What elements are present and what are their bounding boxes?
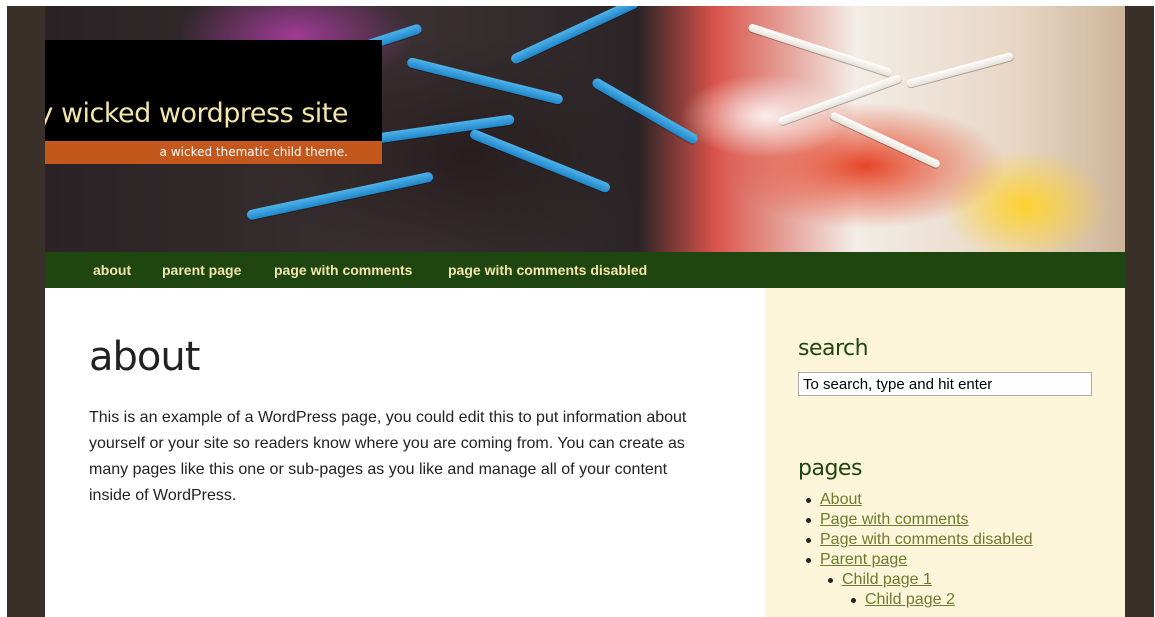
main-nav: about parent page page with comments pag… bbox=[45, 252, 1125, 288]
page: my wicked wordpress site a wicked themat… bbox=[45, 6, 1125, 617]
site-tagline: a wicked thematic child theme. bbox=[159, 145, 348, 159]
list-item: Child page 1 bbox=[798, 570, 1033, 590]
list-item: Page with comments disabled bbox=[798, 530, 1033, 550]
page-link-page-with-comments[interactable]: Page with comments bbox=[820, 511, 969, 528]
header-image-lace bbox=[590, 76, 700, 146]
list-item: Page with comments bbox=[798, 510, 1033, 530]
header-image-lace bbox=[828, 111, 942, 169]
nav-item-parent-page[interactable]: parent page bbox=[162, 262, 241, 278]
page-link-page-with-comments-disabled[interactable]: Page with comments disabled bbox=[820, 531, 1033, 548]
main-content: about This is an example of a WordPress … bbox=[45, 288, 765, 617]
search-input[interactable] bbox=[798, 372, 1092, 396]
list-item: About bbox=[798, 490, 1033, 510]
search-widget-title: search bbox=[798, 336, 869, 361]
bullet-icon bbox=[806, 498, 811, 503]
bullet-icon bbox=[851, 598, 856, 603]
bullet-icon bbox=[806, 518, 811, 523]
bullet-icon bbox=[828, 578, 833, 583]
page-title: about bbox=[89, 334, 200, 380]
pages-widget-title: pages bbox=[798, 456, 862, 481]
header-image-lace bbox=[246, 171, 434, 221]
sidebar: search pages About Page with comments Pa… bbox=[765, 288, 1125, 617]
page-link-child-page-2[interactable]: Child page 2 bbox=[865, 591, 955, 608]
page-link-child-page-1[interactable]: Child page 1 bbox=[842, 571, 932, 588]
nav-item-page-with-comments-disabled[interactable]: page with comments disabled bbox=[448, 262, 647, 278]
header-image-lace bbox=[406, 56, 564, 106]
header-image-lace bbox=[468, 128, 612, 194]
bullet-icon bbox=[806, 558, 811, 563]
header-image-lace bbox=[509, 6, 641, 66]
nav-item-page-with-comments[interactable]: page with comments bbox=[274, 262, 412, 278]
pages-list: About Page with comments Page with comme… bbox=[798, 490, 1033, 610]
entry-content: This is an example of a WordPress page, … bbox=[89, 409, 687, 504]
bullet-icon bbox=[806, 538, 811, 543]
header-image-lace bbox=[747, 23, 893, 77]
tagline-box: a wicked thematic child theme. bbox=[45, 141, 382, 164]
header-banner: my wicked wordpress site a wicked themat… bbox=[45, 6, 1125, 252]
nav-item-about[interactable]: about bbox=[93, 262, 131, 278]
site-title-box: my wicked wordpress site bbox=[45, 40, 382, 141]
page-link-parent-page[interactable]: Parent page bbox=[820, 551, 907, 568]
header-image-lace bbox=[905, 51, 1015, 89]
list-item: Parent page bbox=[798, 550, 1033, 570]
site-title[interactable]: my wicked wordpress site bbox=[45, 98, 349, 129]
page-link-about[interactable]: About bbox=[820, 491, 862, 508]
list-item: Child page 2 bbox=[798, 590, 1033, 610]
